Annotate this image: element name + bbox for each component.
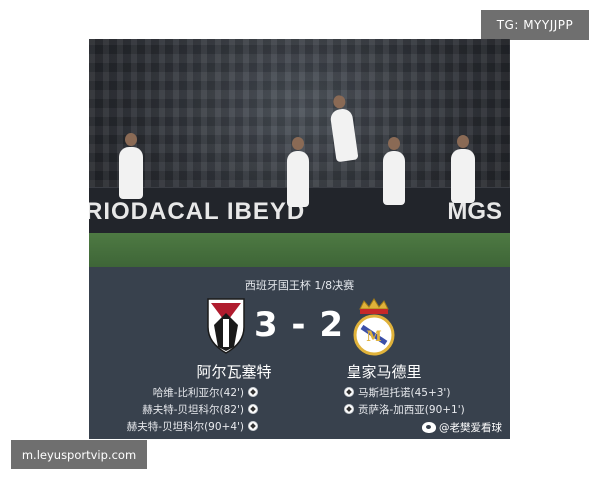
scoreboard: 西班牙国王杯 1/8决赛 3 - 2 M 阿尔瓦塞特 皇家马德里 哈维-比利亚尔… — [89, 267, 510, 439]
ad-board-text-left: RIODACAL IBEYD — [89, 198, 306, 225]
football-icon — [344, 404, 354, 414]
weibo-icon — [422, 422, 436, 433]
scorer-entry: 赫夫特-贝坦科尔(90+4') — [127, 419, 258, 436]
scorer-entry: 贡萨洛-加西亚(90+1') — [344, 402, 465, 419]
scorer-entry: 哈维-比利亚尔(42') — [127, 385, 258, 402]
home-scorers-list: 哈维-比利亚尔(42') 赫夫特-贝坦科尔(82') 赫夫特-贝坦科尔(90+4… — [127, 385, 258, 436]
scorer-text: 赫夫特-贝坦科尔(82') — [142, 404, 244, 416]
site-watermark: m.leyusportvip.com — [11, 440, 147, 469]
scorer-entry: 马斯坦托诺(45+3') — [344, 385, 465, 402]
svg-text:M: M — [366, 329, 382, 345]
football-icon — [248, 421, 258, 431]
albacete-crest-icon — [207, 298, 245, 354]
player-figure — [451, 135, 475, 203]
player-figure — [119, 133, 143, 199]
football-icon — [248, 387, 258, 397]
credit-text: @老樊爱看球 — [439, 422, 502, 434]
scorer-text: 贡萨洛-加西亚(90+1') — [358, 404, 465, 416]
away-scorers-list: 马斯坦托诺(45+3') 贡萨洛-加西亚(90+1') — [344, 385, 465, 419]
scorer-text: 赫夫特-贝坦科尔(90+4') — [126, 421, 244, 433]
pitch — [89, 233, 510, 267]
match-result-card: RIODACAL IBEYD MGS 西班牙国王杯 1/8决赛 3 - 2 M … — [89, 39, 510, 439]
football-icon — [344, 387, 354, 397]
telegram-watermark: TG: MYYJJPP — [481, 10, 589, 40]
competition-title: 西班牙国王杯 1/8决赛 — [244, 279, 355, 292]
player-figure — [383, 137, 405, 205]
scorer-text: 马斯坦托诺(45+3') — [358, 387, 451, 399]
celebration-photo: RIODACAL IBEYD MGS — [89, 39, 510, 267]
final-score: 3 - 2 — [253, 305, 345, 345]
weibo-credit: @老樊爱看球 — [422, 420, 502, 435]
real-madrid-crest-icon: M — [353, 298, 395, 356]
home-team-name: 阿尔瓦塞特 — [196, 363, 272, 381]
scorer-text: 哈维-比利亚尔(42') — [152, 387, 244, 399]
scorer-entry: 赫夫特-贝坦科尔(82') — [127, 402, 258, 419]
player-figure — [287, 137, 309, 207]
away-team-name: 皇家马德里 — [346, 363, 422, 381]
football-icon — [248, 404, 258, 414]
